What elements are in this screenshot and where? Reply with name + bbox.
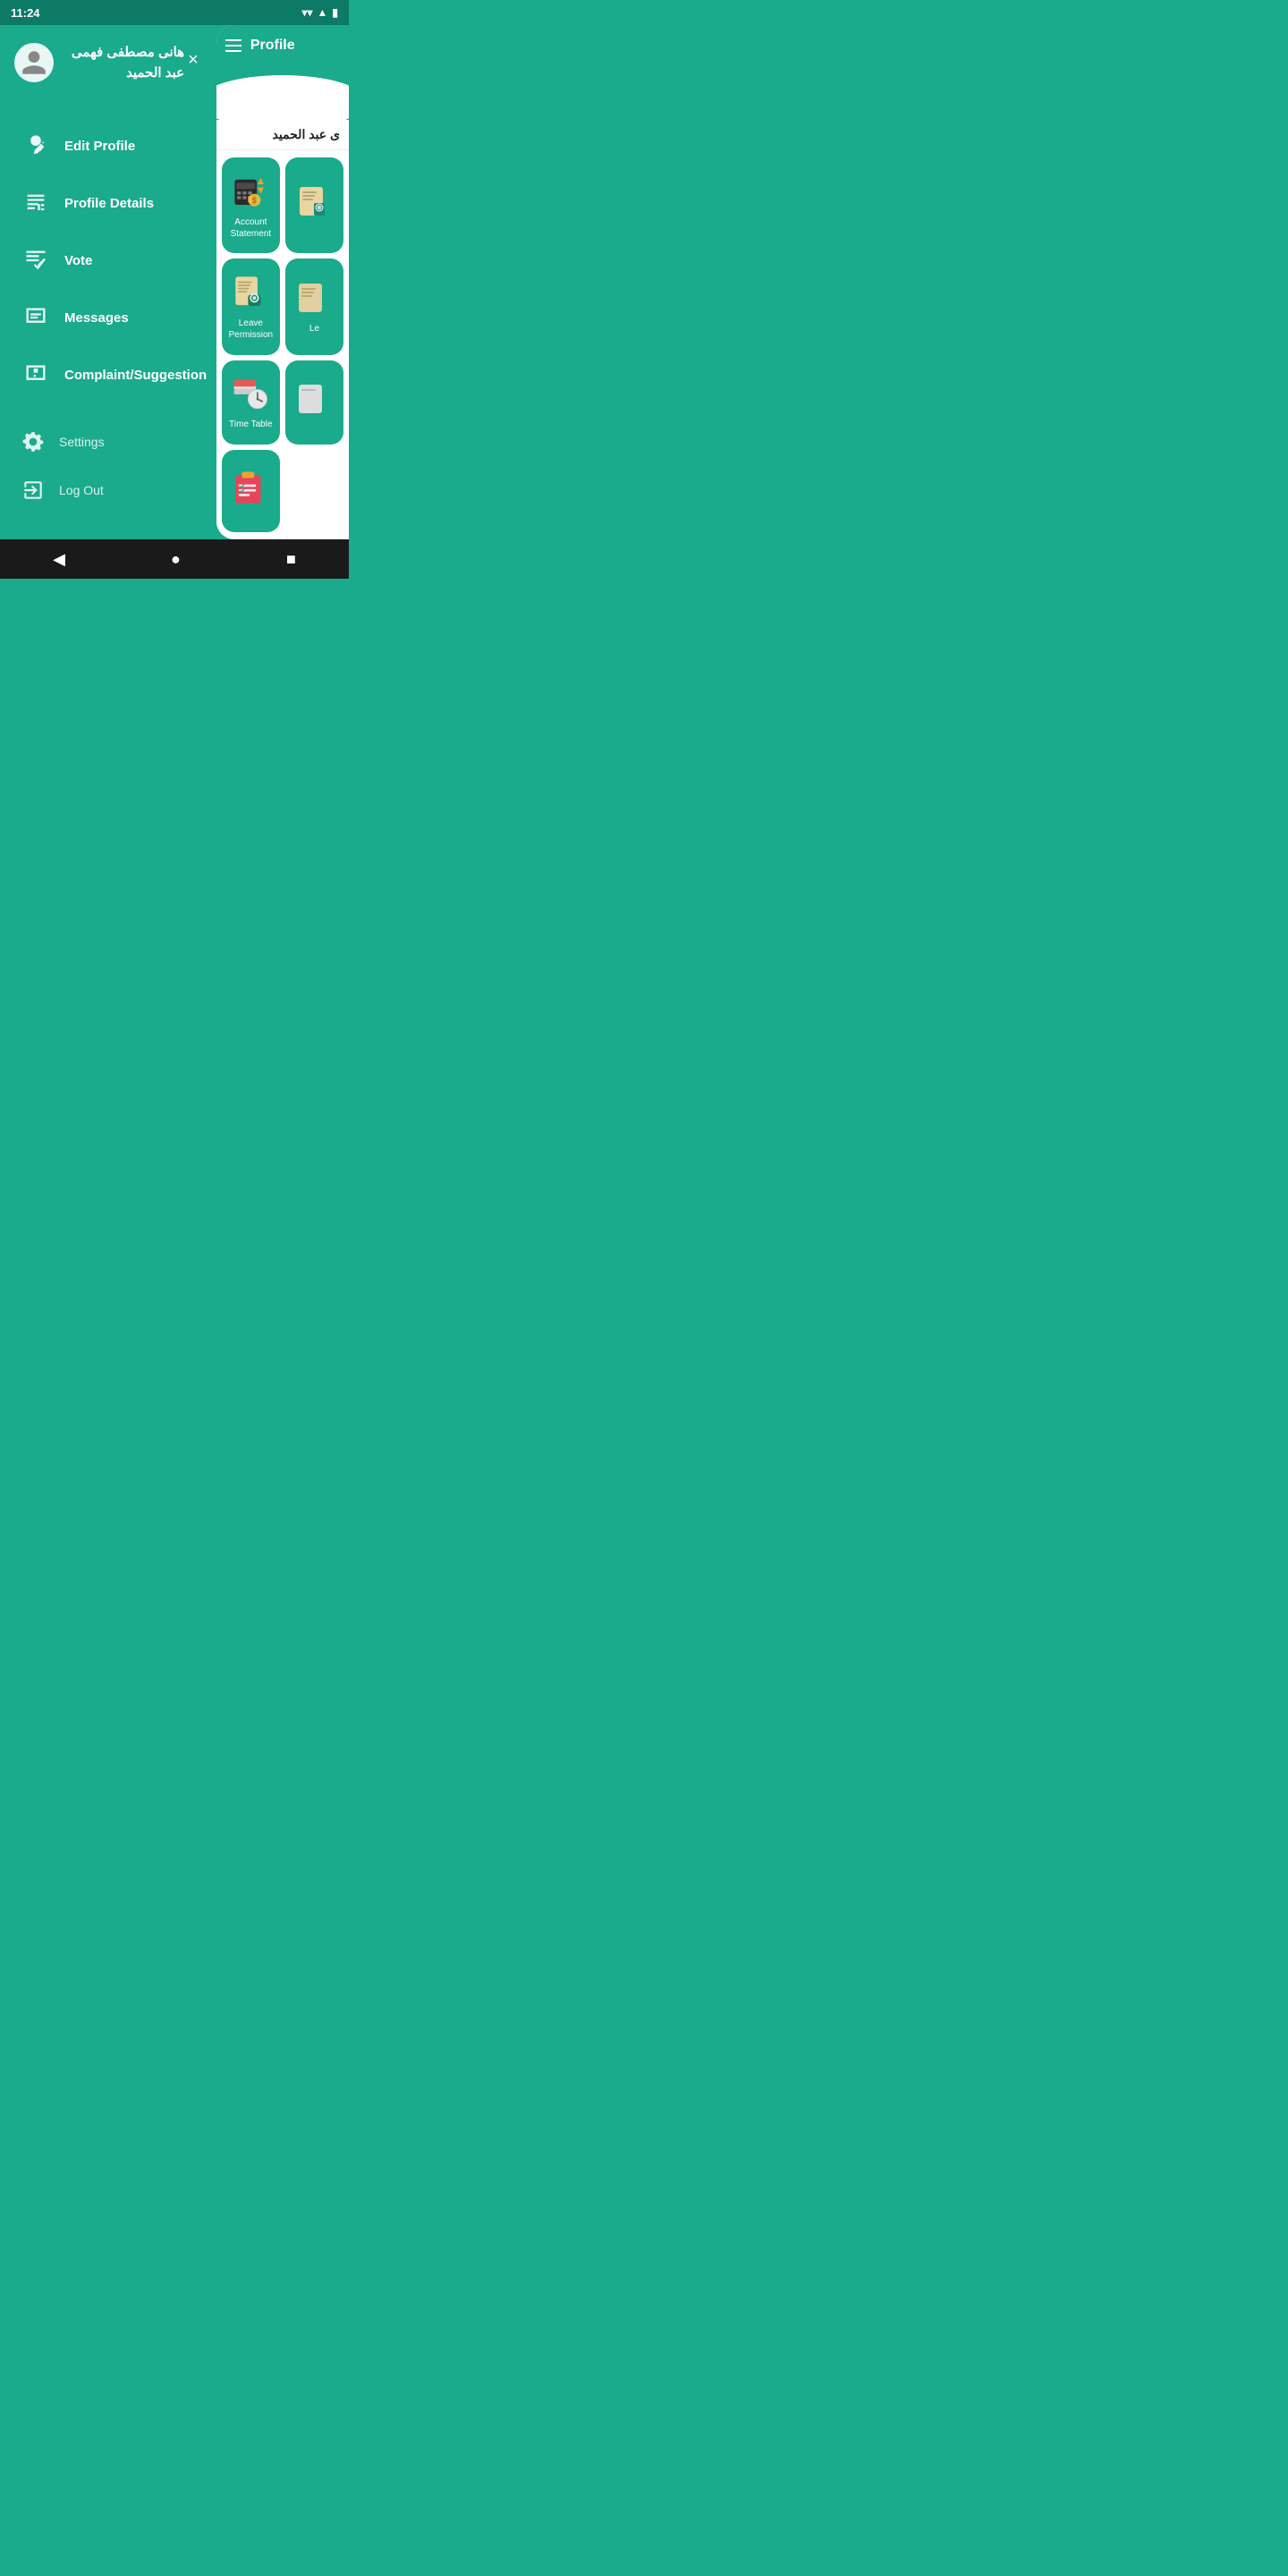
user-icon: [20, 48, 48, 77]
nav-bar: ◀ ● ■: [0, 539, 349, 579]
menu-item-logout[interactable]: Log Out: [14, 468, 202, 513]
menu-item-vote[interactable]: Vote: [14, 233, 202, 287]
logout-icon: [21, 479, 45, 502]
settings-label: Settings: [59, 435, 105, 449]
card-partial-2[interactable]: [285, 360, 343, 445]
card-leave-permission[interactable]: LeavePermission: [222, 258, 280, 354]
messages-label: Messages: [64, 310, 129, 326]
menu-item-messages[interactable]: Messages: [14, 291, 202, 344]
card-partial-1[interactable]: Le: [285, 258, 343, 354]
vote-label: Vote: [64, 253, 92, 268]
time: 11:24: [11, 6, 40, 20]
card-account-statement[interactable]: $ AccountStatement: [222, 157, 280, 253]
menu-item-complaint[interactable]: Complaint/Suggestion: [14, 348, 202, 402]
partial-2-icon: [294, 380, 334, 419]
user-info: هانى مصطفى فهمى عبد الحميد: [14, 43, 184, 83]
status-bar: 11:24 ▾▾ ▲ ▮: [0, 0, 349, 25]
menu-item-settings[interactable]: Settings: [14, 419, 202, 464]
edit-profile-label: Edit Profile: [64, 139, 135, 154]
battery-icon: ▮: [332, 6, 338, 19]
wifi-icon: ▾▾: [301, 6, 312, 19]
edit-profile-icon: [21, 131, 50, 160]
profile-title: Profile: [250, 38, 295, 54]
hamburger-icon[interactable]: [225, 39, 242, 52]
recent-button[interactable]: ■: [268, 543, 314, 576]
leave-permission-label: LeavePermission: [229, 318, 273, 341]
menu-items: Edit Profile Profile Details Vote: [14, 119, 202, 402]
signal-icon: ▲: [318, 6, 328, 19]
time-table-label: Time Table: [229, 419, 272, 430]
svg-text:$: $: [252, 196, 257, 205]
drawer-container: هانى مصطفى فهمى عبد الحميد × Edit Profil…: [0, 25, 349, 539]
card-time-table[interactable]: Time Table: [222, 360, 280, 445]
back-button[interactable]: ◀: [35, 543, 83, 576]
account-statement-icon: $: [231, 172, 270, 211]
profile-header: Profile: [216, 25, 349, 66]
logout-label: Log Out: [59, 483, 104, 497]
sidebar: هانى مصطفى فهمى عبد الحميد × Edit Profil…: [0, 25, 216, 539]
partial-1-label: Le: [309, 323, 319, 335]
partial-1-icon: [294, 278, 334, 318]
status-icons: ▾▾ ▲ ▮: [301, 6, 338, 19]
complaint-label: Complaint/Suggestion: [64, 368, 207, 383]
user-name: هانى مصطفى فهمى عبد الحميد: [63, 43, 184, 83]
checklist-icon: [231, 469, 270, 508]
user-header: هانى مصطفى فهمى عبد الحميد ×: [14, 43, 202, 83]
menu-item-profile-details[interactable]: Profile Details: [14, 176, 202, 230]
bottom-menu: Settings Log Out: [14, 419, 202, 521]
cards-grid: $ AccountStatement: [216, 150, 349, 539]
profile-details-icon: [21, 189, 50, 217]
right-panel: Profile ى عبد الحميد: [216, 25, 349, 539]
close-button[interactable]: ×: [184, 47, 202, 74]
placeholder-1-icon: [294, 183, 334, 223]
menu-item-edit-profile[interactable]: Edit Profile: [14, 119, 202, 173]
messages-icon: [21, 303, 50, 332]
leave-permission-icon: [231, 273, 270, 312]
wave-decoration: [216, 66, 349, 120]
card-checklist[interactable]: [222, 450, 280, 532]
avatar: [14, 43, 54, 82]
home-button[interactable]: ●: [153, 543, 199, 576]
vote-icon: [21, 246, 50, 275]
card-placeholder-1[interactable]: [285, 157, 343, 253]
account-statement-label: AccountStatement: [231, 216, 272, 240]
complaint-icon: [21, 360, 50, 389]
profile-username: ى عبد الحميد: [216, 120, 349, 150]
time-table-icon: [231, 374, 270, 413]
profile-details-label: Profile Details: [64, 196, 154, 211]
settings-icon: [21, 430, 45, 453]
